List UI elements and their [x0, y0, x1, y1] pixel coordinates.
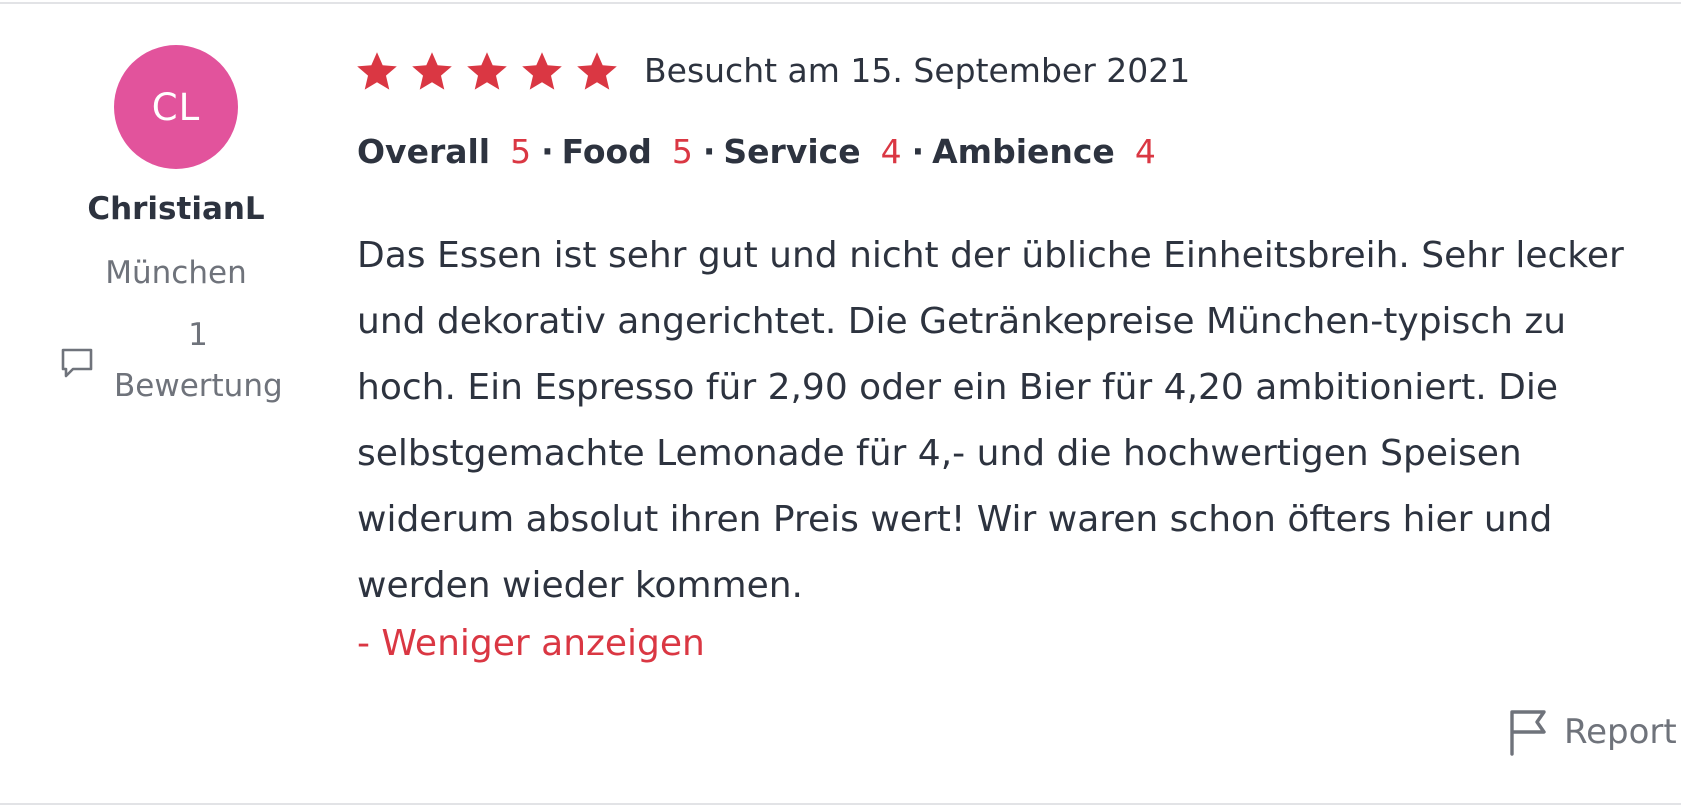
flag-icon: [1510, 710, 1546, 756]
star-icon: [522, 52, 562, 90]
review-count: 1: [188, 317, 208, 353]
rating-ambience-label: Ambience: [932, 132, 1115, 171]
review-text: Das Essen ist sehr gut und nicht der übl…: [357, 223, 1677, 619]
rating-overall-label: Overall: [357, 132, 491, 171]
report-label: Report: [1564, 712, 1677, 752]
star-icon: [577, 52, 617, 90]
rating-food-value: 5: [671, 132, 693, 171]
reviewer-location: München: [105, 255, 247, 291]
star-rating: [355, 50, 630, 94]
rating-service-value: 4: [880, 132, 902, 171]
rating-overall-value: 5: [510, 132, 532, 171]
show-less-link[interactable]: - Weniger anzeigen: [357, 623, 705, 664]
review-count-label: Bewertung: [114, 368, 283, 404]
review-text-line: hoch. Ein Espresso für 2,90 oder ein Bie…: [357, 367, 1559, 408]
bottom-divider: [0, 803, 1681, 805]
report-button[interactable]: Report: [1508, 708, 1677, 756]
rating-separator: ·: [702, 132, 716, 171]
review-text-line: widerum absolut ihren Preis wert! Wir wa…: [357, 499, 1553, 540]
rating-separator: ·: [911, 132, 925, 171]
category-ratings: Overall 5 · Food 5 · Service 4 · Ambience 4: [357, 132, 1166, 171]
rating-food-label: Food: [561, 132, 652, 171]
top-divider: [0, 2, 1681, 4]
avatar[interactable]: CL: [114, 45, 238, 169]
rating-separator: ·: [541, 132, 554, 171]
visited-date: Besucht am 15. September 2021: [644, 51, 1191, 90]
rating-service-label: Service: [723, 132, 861, 171]
review-text-line: werden wieder kommen.: [357, 565, 803, 606]
review-text-line: selbstgemachte Lemonade für 4,- und die …: [357, 433, 1522, 474]
star-icon: [467, 52, 507, 90]
rating-ambience-value: 4: [1134, 132, 1156, 171]
avatar-initials: CL: [151, 85, 201, 129]
star-icon: [412, 52, 452, 90]
review-text-line: Das Essen ist sehr gut und nicht der übl…: [357, 235, 1624, 276]
reviewer-name[interactable]: ChristianL: [40, 191, 312, 227]
review-text-line: und dekorativ angerichtet. Die Getränkep…: [357, 301, 1567, 342]
speech-bubble-icon: [61, 348, 93, 378]
star-icon: [357, 52, 397, 90]
